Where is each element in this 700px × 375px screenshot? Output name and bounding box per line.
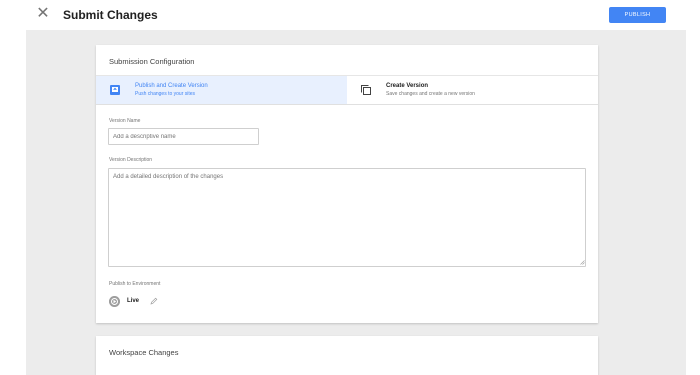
version-name-label: Version Name (109, 118, 141, 124)
close-icon[interactable]: ✕ (36, 6, 50, 22)
option-sublabel: Save changes and create a new version (386, 91, 475, 97)
divider (96, 104, 598, 105)
environment-value: Live (127, 298, 140, 304)
submission-configuration-card: Submission Configuration Publish and Cre… (96, 45, 598, 323)
environment-icon (109, 296, 120, 307)
option-label: Publish and Create Version (135, 83, 208, 89)
top-bar: ✕ Submit Changes PUBLISH (0, 0, 700, 30)
workspace-changes-card: Workspace Changes (96, 336, 598, 375)
card-title: Submission Configuration (109, 57, 195, 66)
publish-environment-label: Publish to Environment (109, 281, 161, 287)
copy-icon (361, 85, 371, 95)
option-publish-and-create-version[interactable]: Publish and Create Version Push changes … (96, 76, 347, 104)
option-label: Create Version (386, 83, 429, 89)
version-name-input[interactable] (108, 128, 259, 145)
publish-icon (110, 85, 120, 95)
version-description-label: Version Description (109, 157, 153, 163)
resize-handle-icon[interactable] (580, 260, 585, 265)
pencil-icon[interactable] (150, 297, 158, 305)
card-title: Workspace Changes (109, 348, 179, 357)
option-sublabel: Push changes to your sites (135, 91, 196, 97)
publish-button[interactable]: PUBLISH (609, 7, 666, 23)
version-description-textarea[interactable] (108, 168, 586, 267)
option-create-version[interactable]: Create Version Save changes and create a… (347, 76, 598, 104)
page-title: Submit Changes (63, 8, 158, 22)
